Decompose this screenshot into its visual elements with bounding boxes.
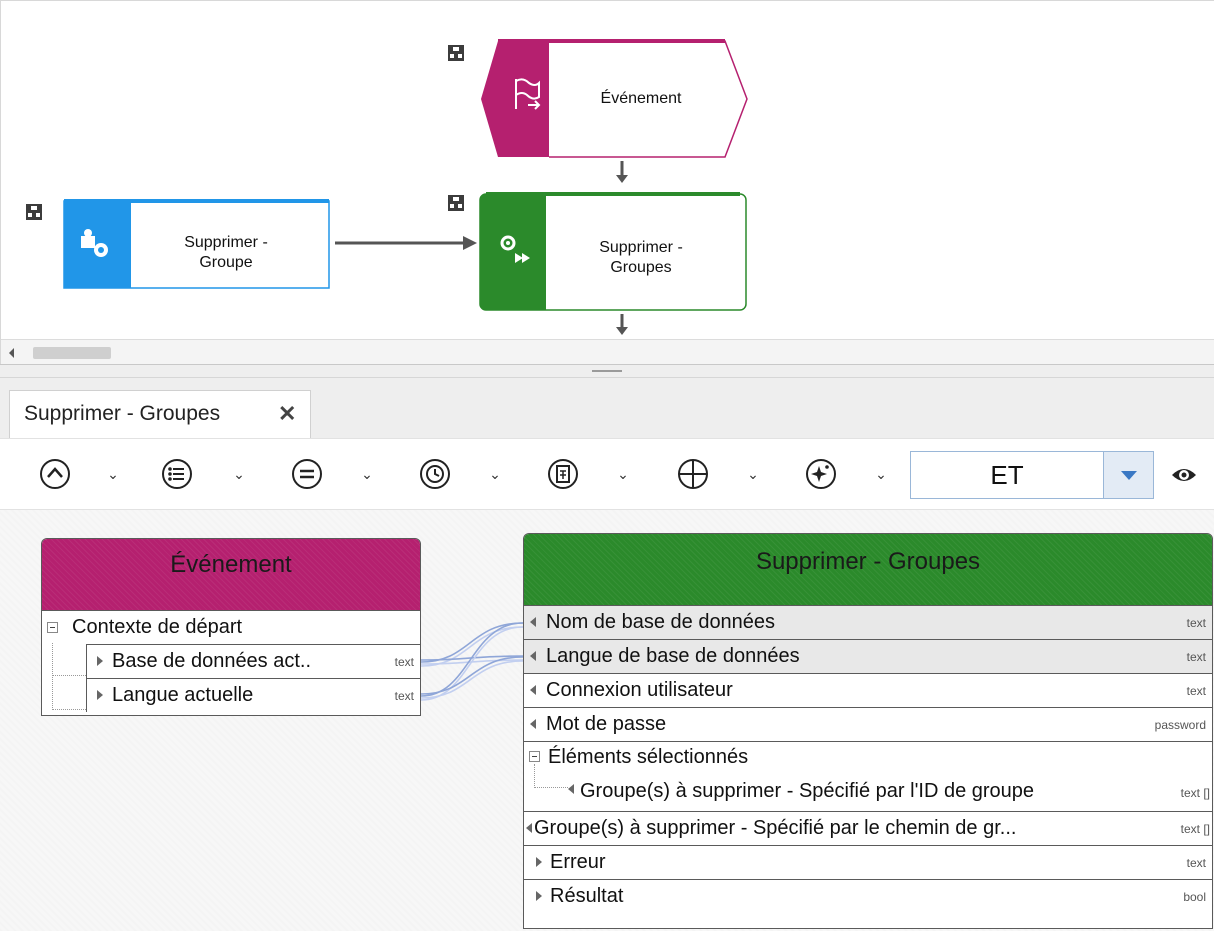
event-node-assignment-icon[interactable]	[448, 45, 464, 61]
close-icon[interactable]: ✕	[278, 401, 296, 427]
equals-circle-icon[interactable]	[290, 457, 324, 491]
row-label: Résultat	[550, 885, 624, 907]
row-type: text []	[1180, 822, 1210, 836]
source-box-header: Événement	[42, 539, 420, 610]
target-row[interactable]: Langue de base de données text	[524, 639, 1212, 673]
magic-circle-icon[interactable]	[804, 457, 838, 491]
row-label: Nom de base de données	[546, 611, 776, 633]
collapse-arrow-icon[interactable]	[530, 719, 536, 729]
tree-connector	[534, 764, 568, 788]
collapse-arrow-icon[interactable]	[568, 784, 574, 794]
expand-icon[interactable]	[536, 891, 542, 901]
target-box[interactable]: Supprimer - Groupes Nom de base de donné…	[523, 533, 1213, 929]
plus-circle-icon[interactable]	[676, 457, 710, 491]
collapse-arrow-icon[interactable]	[526, 823, 532, 833]
collapse-icon[interactable]	[47, 622, 58, 633]
source-box-title: Événement	[170, 551, 292, 578]
target-row[interactable]: Mot de passe password	[524, 707, 1212, 741]
chevron-down-icon[interactable]: ⌄	[612, 463, 634, 485]
expand-icon[interactable]	[97, 656, 103, 666]
target-group-row[interactable]: Éléments sélectionnés Groupe(s) à suppri…	[524, 741, 1212, 811]
collapse-arrow-icon[interactable]	[530, 685, 536, 695]
scrollbar-thumb[interactable]	[33, 347, 111, 359]
chevron-down-icon[interactable]: ⌄	[742, 463, 764, 485]
source-row[interactable]: Langue actuelle text	[86, 678, 420, 712]
function-node-label-line2: Groupes	[610, 259, 672, 276]
event-node-label: Événement	[600, 90, 682, 107]
target-row[interactable]: Groupe(s) à supprimer - Spécifié par le …	[524, 811, 1212, 845]
function-node-label-line1: Supprimer -	[599, 239, 683, 256]
row-type: password	[1154, 718, 1206, 732]
row-label: Connexion utilisateur	[546, 679, 733, 701]
row-label: Mot de passe	[546, 713, 667, 735]
row-type: text	[1186, 856, 1206, 870]
target-box-header: Supprimer - Groupes	[524, 534, 1212, 605]
row-label: Langue actuelle	[112, 684, 254, 706]
collapse-arrow-icon[interactable]	[530, 617, 536, 627]
mapping-toolbar: ⌄ ⌄ ⌄ ⌄ ⌄ ⌄ ⌄ ET	[0, 438, 1214, 510]
interface-node-assignment-icon[interactable]	[26, 204, 42, 220]
row-type: text	[1186, 616, 1206, 630]
document-circle-icon[interactable]	[546, 457, 580, 491]
editor-tab-bar: Supprimer - Groupes ✕	[0, 378, 1214, 438]
target-box-title: Supprimer - Groupes	[755, 548, 981, 575]
process-diagram	[63, 39, 748, 335]
group-child-label[interactable]: Groupe(s) à supprimer - Spécifié par l'I…	[580, 780, 1034, 803]
operator-select[interactable]: ET	[910, 451, 1154, 499]
function-node-assignment-icon[interactable]	[448, 195, 464, 211]
source-box[interactable]: Événement Contexte de départ Base de don…	[41, 538, 421, 716]
tab-supprimer-groupes[interactable]: Supprimer - Groupes ✕	[9, 390, 311, 438]
chevron-down-icon[interactable]: ⌄	[870, 463, 892, 485]
row-label: Base de données act..	[112, 650, 312, 672]
chevron-down-icon[interactable]	[1103, 452, 1153, 498]
row-label: Contexte de départ	[72, 616, 243, 638]
expand-icon[interactable]	[97, 690, 103, 700]
data-mapping-area[interactable]: Événement Contexte de départ Base de don…	[0, 510, 1214, 931]
row-type: text	[394, 655, 414, 669]
process-canvas[interactable]: Événement Supprimer - Groupes Supprimer …	[0, 0, 1214, 366]
row-type: text	[1186, 684, 1206, 698]
row-type: text	[394, 689, 414, 703]
target-row[interactable]: Connexion utilisateur text	[524, 673, 1212, 707]
interface-node-label-line2: Groupe	[199, 254, 253, 271]
operator-select-value: ET	[990, 460, 1024, 490]
row-label: Éléments sélectionnés	[548, 746, 749, 768]
tab-label: Supprimer - Groupes	[24, 402, 221, 425]
row-label: Erreur	[550, 851, 606, 873]
chevron-down-icon[interactable]: ⌄	[228, 463, 250, 485]
chevron-down-icon[interactable]: ⌄	[102, 463, 124, 485]
application-window: Événement Supprimer - Groupes Supprimer …	[0, 0, 1214, 931]
panel-splitter[interactable]	[0, 364, 1214, 378]
row-type: text []	[1180, 786, 1210, 800]
source-row[interactable]: Base de données act.. text	[86, 644, 420, 678]
target-row[interactable]: Résultat bool	[524, 879, 1212, 913]
eye-icon[interactable]	[1170, 465, 1198, 485]
row-type: bool	[1183, 890, 1206, 904]
list-circle-icon[interactable]	[160, 457, 194, 491]
source-group-row[interactable]: Contexte de départ	[42, 610, 420, 644]
splitter-grip-icon[interactable]	[592, 370, 622, 372]
scroll-left-arrow-icon[interactable]	[9, 348, 14, 358]
target-row[interactable]: Nom de base de données text	[524, 605, 1212, 639]
row-label: Groupe(s) à supprimer - Spécifié par le …	[534, 817, 1017, 839]
interface-node-label-line1: Supprimer -	[184, 234, 268, 251]
caret-up-circle-icon[interactable]	[38, 457, 72, 491]
target-row[interactable]: Erreur text	[524, 845, 1212, 879]
collapse-arrow-icon[interactable]	[530, 651, 536, 661]
expand-icon[interactable]	[536, 857, 542, 867]
chevron-down-icon[interactable]: ⌄	[356, 463, 378, 485]
row-type: text	[1186, 650, 1206, 664]
horizontal-scrollbar[interactable]	[1, 339, 1214, 365]
collapse-icon[interactable]	[529, 751, 540, 762]
chevron-down-icon[interactable]: ⌄	[484, 463, 506, 485]
clock-circle-icon[interactable]	[418, 457, 452, 491]
row-label: Langue de base de données	[546, 645, 800, 667]
